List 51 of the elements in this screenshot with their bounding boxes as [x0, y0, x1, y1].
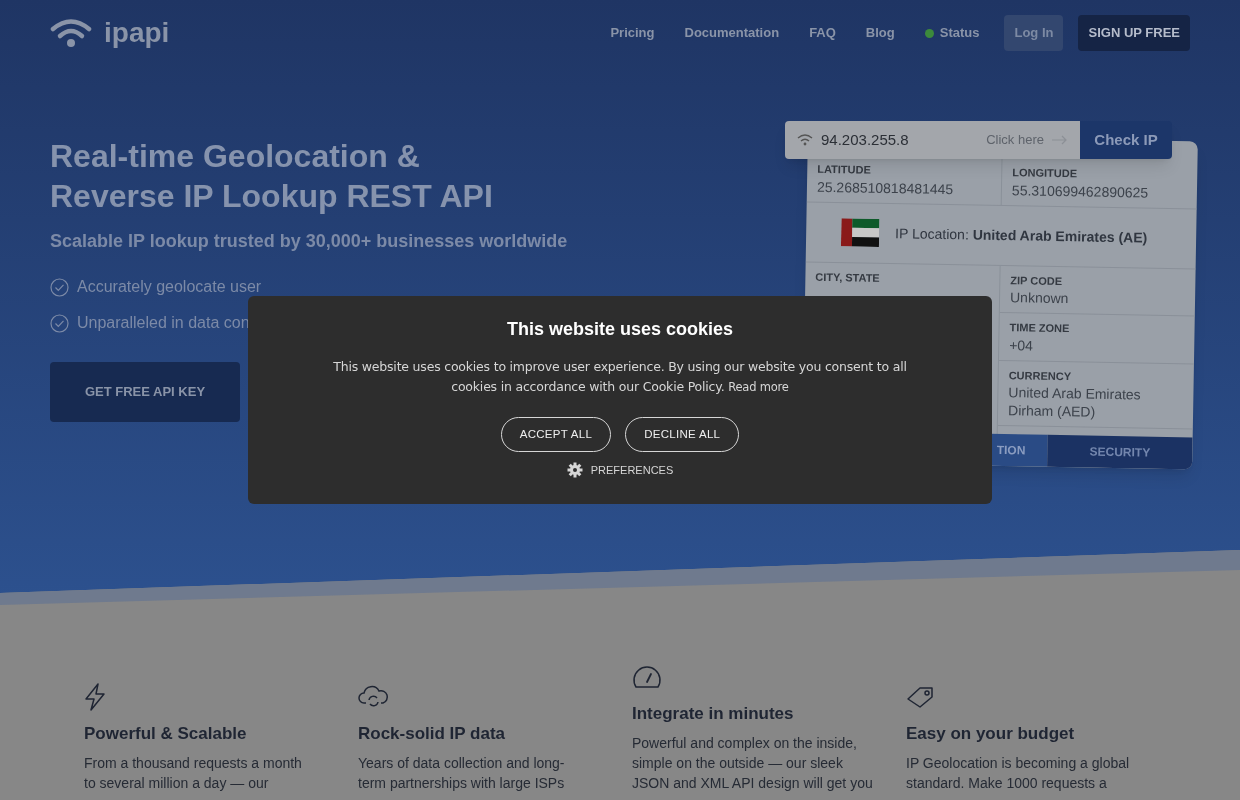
- ip-input-field[interactable]: 94.203.255.8 Click here: [785, 121, 1080, 159]
- dialog-text: This website uses cookies to improve user experience. By using our website you consent to all cookies in accordance with our Cookie Policy. Read more: [332, 358, 908, 396]
- logo-text: ipapi: [104, 19, 170, 47]
- lightning-icon: [84, 683, 106, 711]
- field-value: Unknown: [1009, 288, 1070, 309]
- check-circle-icon: [50, 277, 69, 297]
- feature-text: From a thousand requests a month to several million a day — our: [84, 753, 303, 793]
- check-circle-icon: [50, 313, 69, 333]
- gear-icon: [566, 462, 583, 479]
- feature-title: Rock-solid IP data: [358, 723, 507, 745]
- field-label: ZIP CODE: [1010, 272, 1064, 289]
- field-label: LATITUDE: [817, 161, 872, 178]
- feature-title: Powerful & Scalable: [84, 723, 248, 745]
- wifi-logo-icon: [50, 18, 92, 48]
- flag-icon: [840, 218, 880, 247]
- feature-title: Easy on your budget: [906, 723, 1076, 745]
- preferences-button[interactable]: PREFERENCES: [566, 462, 674, 479]
- hero-subtitle: Scalable IP lookup trusted by 30,000+ businesses worldwide: [50, 230, 568, 253]
- nav-link[interactable]: Pricing: [610, 23, 655, 43]
- bullet-text: Accurately geolocate user: [77, 277, 262, 297]
- feature-text: Years of data collection and long- term partnerships with large ISPs: [358, 753, 566, 793]
- hero-title: Real-time Geolocation & Reverse IP Lookup REST API: [50, 137, 493, 216]
- nav-link[interactable]: FAQ: [809, 23, 836, 43]
- wifi-icon: [797, 134, 813, 146]
- hint-text: Click here: [986, 131, 1044, 150]
- feature-text: Powerful and complex on the inside, simple on the outside — our sleek JSON and XML API design will get you: [632, 733, 874, 793]
- field-label: CURRENCY: [1008, 367, 1073, 384]
- cloud-sync-icon: [358, 685, 389, 709]
- feature-text: IP Geolocation is becoming a global standard. Make 1000 requests a: [906, 753, 1131, 793]
- field-value: 55.310699462890625: [1011, 180, 1150, 202]
- feature-title: Integrate in minutes: [632, 703, 795, 725]
- check-ip-button[interactable]: Check IP: [1080, 121, 1172, 159]
- ip-value: 94.203.255.8: [821, 129, 909, 150]
- get-api-key-button[interactable]: GET FREE API KEY: [50, 362, 240, 422]
- location-text: IP Location: United Arab Emirates (AE): [895, 223, 1148, 248]
- nav-link[interactable]: Documentation: [684, 23, 780, 43]
- dialog-title: This website uses cookies: [506, 318, 734, 341]
- signup-button[interactable]: SIGN UP FREE: [1078, 15, 1190, 51]
- tab[interactable]: SECURITY: [1047, 434, 1193, 470]
- login-button[interactable]: Log In: [1004, 15, 1064, 51]
- field-value: 25.268510818481445: [816, 177, 955, 199]
- nav-link[interactable]: Blog: [865, 23, 895, 43]
- field-value: +04: [1009, 335, 1035, 356]
- field-label: LONGITUDE: [1012, 165, 1079, 182]
- status-link[interactable]: Status: [924, 23, 980, 43]
- field-value: United Arab Emirates Dirham (AED): [1007, 383, 1142, 422]
- read-more-link[interactable]: Read more: [728, 380, 789, 394]
- gauge-icon: [632, 665, 662, 689]
- tag-icon: [906, 685, 936, 709]
- field-label: TIME ZONE: [1009, 320, 1071, 337]
- field-label: CITY, STATE: [815, 269, 881, 286]
